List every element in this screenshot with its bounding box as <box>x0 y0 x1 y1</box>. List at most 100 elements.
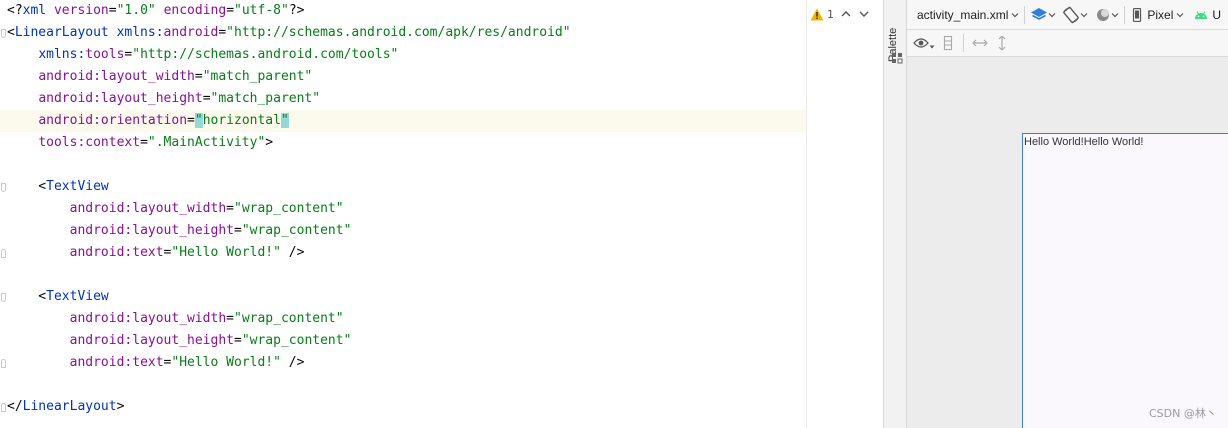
code-line[interactable]: android:text="Hello World!" /> <box>0 242 807 264</box>
editor-right-gutter <box>807 0 883 428</box>
fold-marker-icon[interactable] <box>1 293 6 302</box>
code-token: "Hello World!" <box>171 355 281 370</box>
theme-icon <box>1097 8 1110 21</box>
code-token: = <box>234 333 242 348</box>
orientation-button[interactable] <box>1062 0 1088 30</box>
code-token: = <box>202 91 211 106</box>
code-text: android:layout_width="match_parent" <box>7 66 312 88</box>
code-token: > <box>116 399 125 414</box>
code-line[interactable]: <TextView <box>0 286 807 308</box>
night-mode-button[interactable] <box>1095 0 1119 30</box>
code-text: <TextView <box>7 176 109 198</box>
code-token: xml <box>22 3 54 18</box>
code-text: </LinearLayout> <box>7 396 124 418</box>
chevron-up-icon[interactable] <box>840 8 852 20</box>
preview-text-view[interactable]: Hello World! <box>1024 136 1084 148</box>
preview-linear-layout: Hello World!Hello World! <box>1024 136 1143 148</box>
code-token: = <box>226 311 234 326</box>
code-line[interactable]: android:layout_width="wrap_content" <box>0 198 807 220</box>
code-line[interactable]: </LinearLayout> <box>0 396 807 418</box>
blueprint-icon[interactable] <box>943 35 953 51</box>
chevron-down-icon[interactable] <box>858 8 870 20</box>
code-line[interactable]: android:layout_width="match_parent" <box>0 66 807 88</box>
code-token: = <box>194 69 203 84</box>
fold-marker-icon[interactable] <box>1 29 6 38</box>
code-line[interactable] <box>0 374 807 396</box>
design-panel: activity_main.xml Pixel U Hello World!He… <box>907 0 1228 428</box>
code-token: TextView <box>46 289 109 304</box>
view-options-button[interactable] <box>913 30 935 57</box>
fold-marker-icon[interactable] <box>1 183 6 192</box>
code-token: horizontal <box>202 113 281 128</box>
code-line[interactable]: tools:context=".MainActivity"> <box>0 132 807 154</box>
code-line[interactable]: android:text="Hello World!" /> <box>0 352 807 374</box>
toolbar-separator <box>963 34 964 52</box>
code-editor[interactable]: <?xml version="1.0" encoding="utf-8"?> <L… <box>0 0 807 428</box>
code-line[interactable]: android:layout_height="wrap_content" <box>0 220 807 242</box>
design-surface-button[interactable] <box>1030 0 1056 30</box>
code-token: tools <box>85 47 125 62</box>
code-token: "Hello World!" <box>171 245 281 260</box>
code-line[interactable] <box>0 154 807 176</box>
chevron-down-icon <box>929 45 935 49</box>
code-text: android:layout_height="wrap_content" <box>7 330 352 352</box>
code-token: encoding <box>163 3 227 18</box>
code-token: android:layout_height <box>69 333 234 348</box>
code-line[interactable]: android:layout_height="match_parent" <box>0 88 807 110</box>
code-token: = <box>226 3 235 18</box>
api-level-selector[interactable]: U <box>1194 0 1221 30</box>
api-level: U <box>1212 7 1222 22</box>
preview-text-view[interactable]: Hello World! <box>1084 136 1144 148</box>
fold-marker-icon[interactable] <box>1 249 6 258</box>
fold-marker-icon[interactable] <box>1 359 6 368</box>
code-line[interactable]: android:orientation="horizontal" <box>0 110 807 132</box>
code-line[interactable] <box>0 264 807 286</box>
code-line[interactable]: <TextView <box>0 176 807 198</box>
device-selector[interactable]: Pixel <box>1132 0 1184 30</box>
android-icon <box>1195 10 1208 19</box>
code-line[interactable]: xmlns:tools="http://schemas.android.com/… <box>0 44 807 66</box>
code-token: = <box>108 3 117 18</box>
code-text: android:layout_height="match_parent" <box>7 88 320 110</box>
warning-count: 1 <box>827 7 834 21</box>
code-token: = <box>140 135 148 150</box>
palette-tool-strip[interactable]: Palette <box>883 0 907 428</box>
code-token: = <box>187 113 195 128</box>
chevron-down-icon <box>1176 12 1184 17</box>
code-text: android:text="Hello World!" /> <box>7 352 305 374</box>
code-lines[interactable]: <?xml version="1.0" encoding="utf-8"?> <L… <box>0 0 807 418</box>
code-token: LinearLayout <box>14 25 117 40</box>
code-token: android <box>163 25 219 40</box>
code-line[interactable]: <LinearLayout xmlns:android="http://sche… <box>0 22 807 44</box>
code-line[interactable]: android:layout_height="wrap_content" <box>0 330 807 352</box>
code-token: "http://schemas.android.com/tools" <box>132 47 399 62</box>
code-token: "http://schemas.android.com/apk/res/andr… <box>226 25 571 40</box>
code-token: ".MainActivity" <box>147 135 266 150</box>
inspection-widget[interactable]: 1 <box>810 4 882 24</box>
device-preview[interactable]: Hello World!Hello World! <box>1022 133 1228 428</box>
palette-icon <box>892 53 903 64</box>
warning-icon[interactable] <box>810 8 824 21</box>
code-text: android:layout_width="wrap_content" <box>7 198 344 220</box>
code-token: <? <box>7 3 23 18</box>
vertical-resize-icon[interactable] <box>997 35 1007 51</box>
design-canvas[interactable]: Hello World!Hello World! <box>907 57 1228 428</box>
fold-marker-icon[interactable] <box>1 403 6 412</box>
code-token: android:text <box>69 355 164 370</box>
code-line[interactable]: <?xml version="1.0" encoding="utf-8"?> <box>0 0 807 22</box>
code-line[interactable]: android:layout_width="wrap_content" <box>0 308 807 330</box>
code-token: "match_parent" <box>202 69 313 84</box>
code-text: android:orientation="horizontal" <box>7 110 289 132</box>
design-toolbar: activity_main.xml Pixel U <box>907 0 1228 30</box>
horizontal-resize-icon[interactable] <box>972 38 988 48</box>
code-token: < <box>7 25 15 40</box>
code-token: "match_parent" <box>210 91 321 106</box>
code-token: version <box>53 3 109 18</box>
code-token: TextView <box>46 179 109 194</box>
file-selector[interactable]: activity_main.xml <box>917 0 1019 30</box>
